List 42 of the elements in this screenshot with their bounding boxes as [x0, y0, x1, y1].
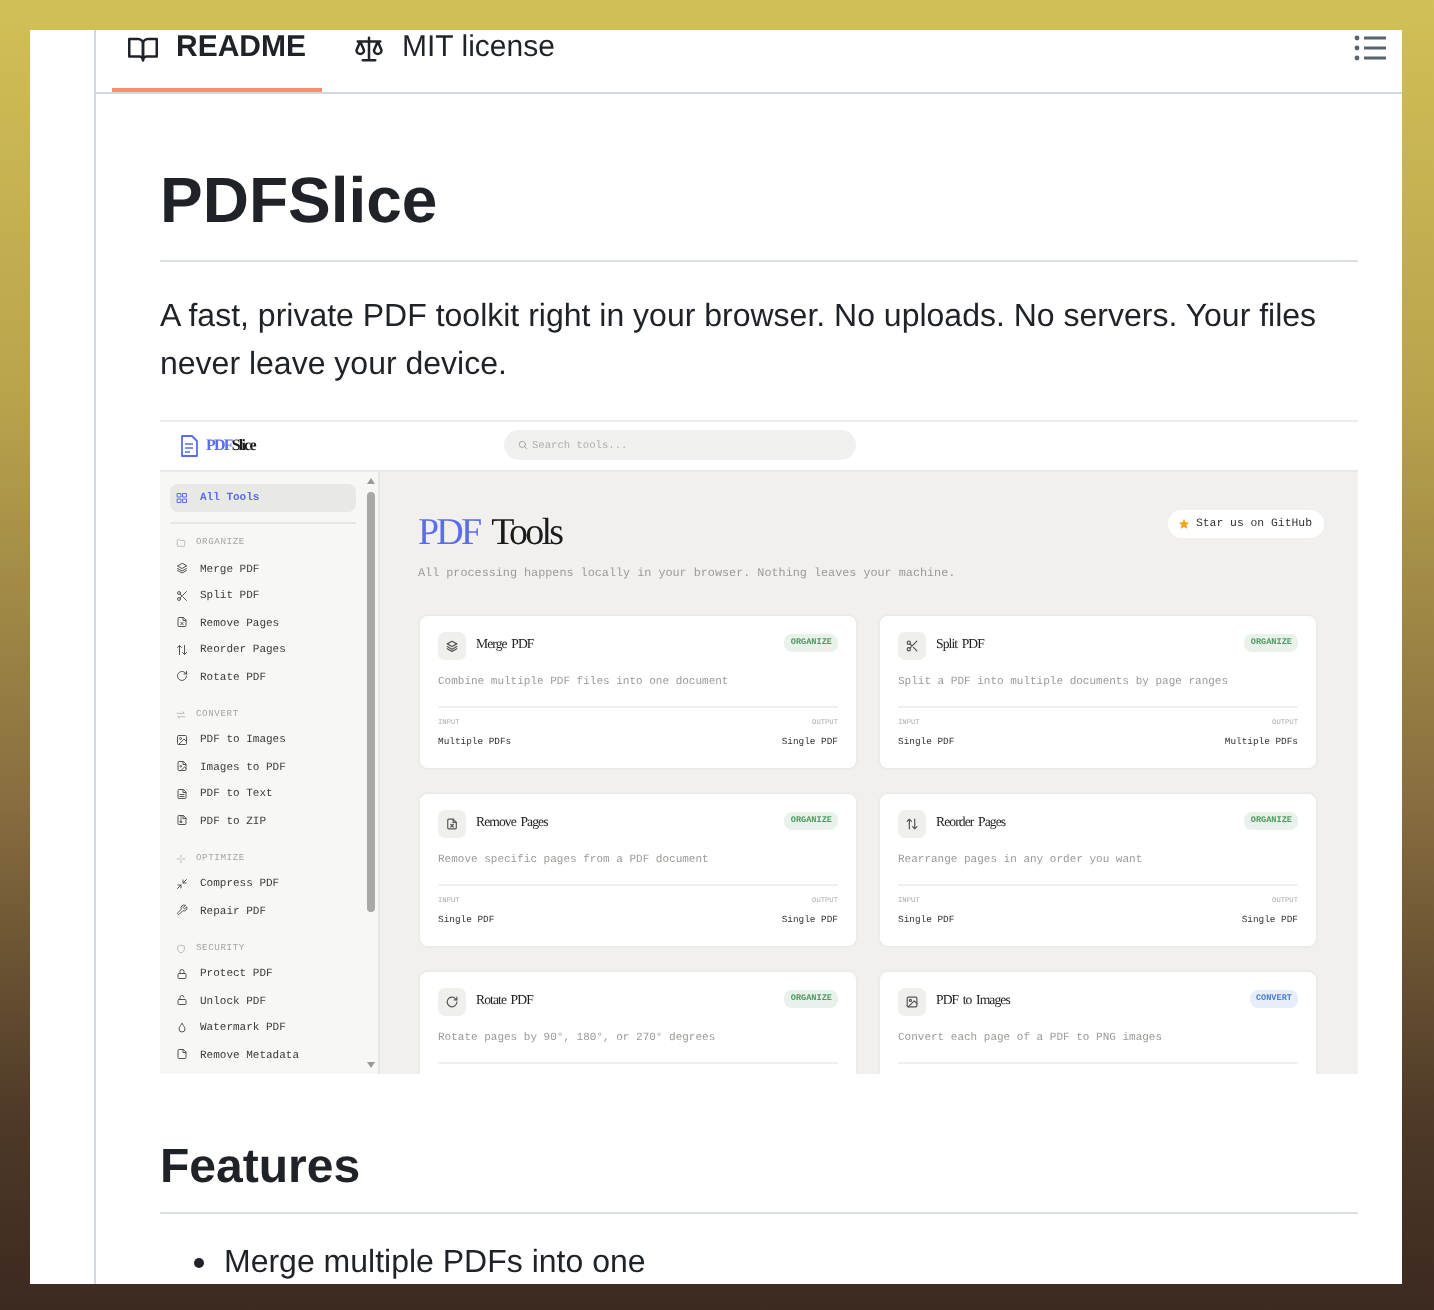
book-icon: [126, 33, 160, 63]
readme-intro: A fast, private PDF toolkit right in your browser. No uploads. No servers. Your files never leave your device.: [160, 297, 1319, 386]
star-icon: [1177, 517, 1190, 530]
tab[interactable]: README: [112, 30, 323, 92]
image-icon: [176, 733, 188, 746]
image-icon: [898, 987, 926, 1016]
document-x-icon: [438, 809, 466, 838]
sparkle-icon: [176, 853, 186, 864]
list-item-text: Merge multiple PDFs into one: [224, 1247, 646, 1280]
bullet-icon: [194, 1258, 204, 1269]
scissors-icon: [898, 631, 926, 660]
up-down-arrows-icon: [176, 643, 188, 656]
shield-icon: [176, 943, 186, 954]
scales-icon: [352, 33, 387, 63]
droplet-icon: [176, 1021, 188, 1034]
lock-icon: [176, 967, 188, 980]
readme-title: PDFSlice: [160, 160, 1358, 262]
rotate-icon: [438, 987, 466, 1016]
document-zip-icon: [176, 814, 188, 827]
wrench-icon: [176, 904, 188, 917]
diagonal-arrows-icon: [176, 877, 188, 890]
page-title: PDF Tools: [418, 511, 562, 556]
list-icon[interactable]: [1354, 34, 1386, 62]
section-heading: Features: [160, 1137, 1358, 1214]
folder-icon: [176, 538, 186, 549]
scissors-icon: [176, 589, 188, 602]
rotate-icon: [176, 670, 188, 683]
search-icon: [518, 440, 528, 451]
document-text-icon: [176, 787, 188, 800]
logo-text: PDFSlice: [206, 436, 255, 455]
tab[interactable]: MIT license: [338, 30, 571, 92]
grid-icon: [176, 491, 188, 504]
swap-arrows-icon: [176, 709, 186, 720]
layers-icon: [438, 631, 466, 660]
open-lock-icon: [176, 994, 188, 1007]
scrollbar[interactable]: [366, 475, 376, 1070]
layers-icon: [176, 562, 188, 575]
up-down-arrows-icon: [898, 809, 926, 838]
document-icon: [176, 1048, 188, 1061]
document-image-icon: [176, 760, 188, 773]
document-x-icon: [176, 616, 188, 629]
logo-icon: [180, 433, 200, 458]
